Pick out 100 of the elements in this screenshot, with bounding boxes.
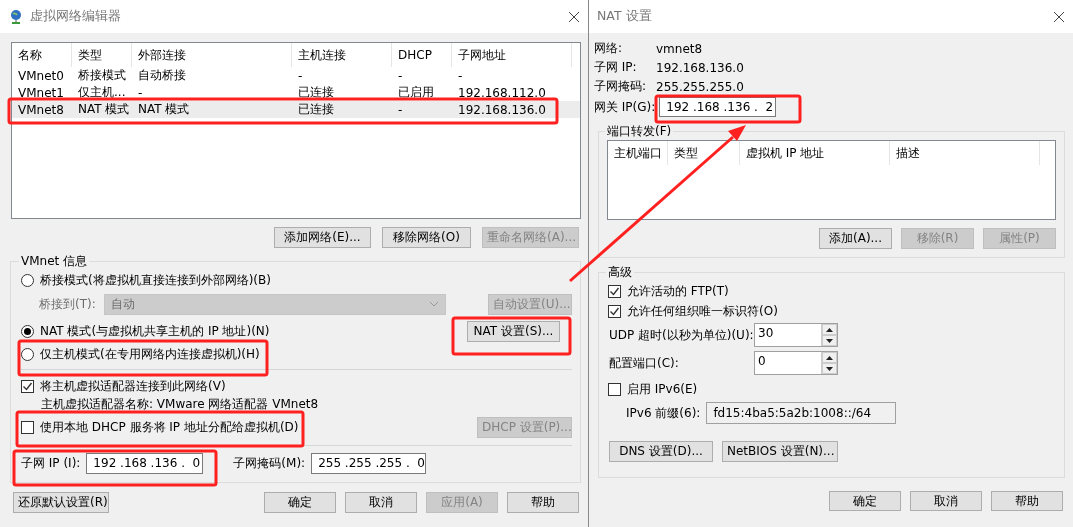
dialog-button[interactable]: DNS 设置(D)... <box>609 441 713 462</box>
table-cell-text: 桥接模式 <box>77 67 127 84</box>
check-icon <box>22 380 33 392</box>
window-title: 虚拟网络编辑器 <box>30 8 122 25</box>
number-value: 0 <box>757 353 767 370</box>
column-header[interactable]: 类型 <box>668 141 740 165</box>
dialog-button[interactable]: 帮助 <box>507 492 579 513</box>
checkbox-label: 启用 IPv6(E) <box>627 380 698 398</box>
table-cell-text: VMnet8 <box>17 102 65 117</box>
column-header[interactable]: 名称 <box>12 43 72 67</box>
table-row[interactable]: VMnet0 桥接模式 自动桥接 - - - <box>12 67 580 84</box>
number-field[interactable]: 0 <box>754 351 838 375</box>
table-cell-text: 自动桥接 <box>137 67 187 84</box>
column-header[interactable]: DHCP <box>392 43 452 67</box>
table-cell-text: - <box>137 85 144 100</box>
subnet-ip-field[interactable]: 192 .168 .136 . 0 <box>86 452 204 474</box>
info-label: 网络: <box>594 40 624 57</box>
dialog-button[interactable]: 添加(A)... <box>819 228 892 249</box>
column-header[interactable]: 类型 <box>72 43 132 67</box>
dialog-button[interactable]: 取消 <box>345 492 417 513</box>
info-value: 192.168.136.0 <box>656 60 744 75</box>
table-cell-text: 已启用 <box>397 84 435 101</box>
gateway-ip-field[interactable]: 192 .168 .136 . 2 <box>659 97 777 117</box>
dialog-button[interactable]: 取消 <box>910 491 982 511</box>
checkbox[interactable] <box>608 304 621 318</box>
checkbox[interactable] <box>21 379 34 393</box>
check-icon <box>609 285 620 297</box>
column-header[interactable]: 主机端口 <box>608 141 668 165</box>
dialog-button[interactable]: 帮助 <box>991 491 1063 511</box>
table-row[interactable]: VMnet1 仅主机... - 已连接 已启用 192.168.112.0 <box>12 84 580 101</box>
adapter-name: 主机虚拟适配器名称: VMware 网络适配器 VMnet8 <box>41 395 319 413</box>
info-value: 255.255.255.0 <box>656 79 744 94</box>
close-icon[interactable] <box>568 10 580 23</box>
table-cell-text: VMnet1 <box>17 85 65 100</box>
field-label: 子网 IP (I): <box>21 454 81 472</box>
down-icon <box>826 366 833 371</box>
subnet-mask-field[interactable]: 255 .255 .255 . 0 <box>311 452 427 474</box>
checkbox[interactable] <box>21 420 34 434</box>
table-cell-text: - <box>457 68 464 83</box>
dialog-button[interactable]: NAT 设置(S)... <box>467 320 560 342</box>
column-header[interactable]: 外部连接 <box>132 43 292 67</box>
checkbox-label: 使用本地 DHCP 服务将 IP 地址分配给虚拟机(D) <box>40 418 299 436</box>
column-header[interactable]: 描述 <box>890 141 1040 165</box>
up-icon <box>826 355 833 360</box>
table-cell-text: - <box>397 102 404 117</box>
dropdown-value: 自动 <box>110 295 135 313</box>
chevron-icon <box>429 301 439 307</box>
window-title: NAT 设置 <box>597 8 653 25</box>
column-header[interactable]: 子网地址 <box>452 43 572 67</box>
info-value: vmnet8 <box>656 41 703 56</box>
column-header[interactable]: 虚拟机 IP 地址 <box>740 141 890 165</box>
info-label: 子网 IP: <box>594 59 638 76</box>
group-title: VMnet 信息 <box>20 253 89 270</box>
globe-icon <box>8 8 24 25</box>
table-row[interactable]: VMnet8 NAT 模式 NAT 模式 已连接 - 192.168.136.0 <box>12 101 580 118</box>
field-label: 桥接到(T): <box>39 295 96 313</box>
field-label: 子网掩码(M): <box>233 454 306 472</box>
checkbox[interactable] <box>608 382 621 396</box>
radio-label: 桥接模式(将虚拟机直接连接到外部网络)(B) <box>40 271 271 289</box>
spin-up-button[interactable] <box>822 324 837 335</box>
prefix-field[interactable]: fd15:4ba5:5a2b:1008::/64 <box>706 402 897 424</box>
dialog-button[interactable]: 确定 <box>829 491 901 511</box>
checkbox-label: 允许活动的 FTP(T) <box>627 282 729 300</box>
check-icon <box>609 305 620 317</box>
table-cell-text: VMnet0 <box>17 68 65 83</box>
radio-button[interactable] <box>21 273 34 287</box>
radio-button[interactable] <box>21 347 34 361</box>
table-cell-text: NAT 模式 <box>77 101 131 118</box>
dialog-button[interactable]: NetBIOS 设置(N)... <box>722 441 838 462</box>
table-cell-text: 仅主机... <box>77 84 127 101</box>
table-cell-text: 192.168.136.0 <box>457 102 547 117</box>
column-header[interactable]: 主机连接 <box>292 43 392 67</box>
down-icon <box>826 338 833 343</box>
group-title: 高级 <box>607 264 633 281</box>
number-field[interactable]: 30 <box>754 323 838 347</box>
number-value: 30 <box>757 325 775 342</box>
dialog-button[interactable]: 添加网络(E)... <box>274 227 371 248</box>
dialog-button[interactable]: 移除网络(O) <box>382 227 471 248</box>
table-cell-text: NAT 模式 <box>137 101 191 118</box>
field-label: 配置端口(C): <box>609 354 680 372</box>
field-label: IPv6 前缀(6): <box>626 404 701 422</box>
table-cell-text: 已连接 <box>297 101 335 118</box>
group-title: 端口转发(F) <box>606 123 673 140</box>
spin-down-button[interactable] <box>822 335 837 346</box>
spin-down-button[interactable] <box>822 363 837 374</box>
table-cell-text: - <box>297 68 304 83</box>
checkbox-label: 允许任何组织唯一标识符(O) <box>627 302 778 320</box>
field-label: 网关 IP(G): <box>594 98 656 116</box>
radio-label: 仅主机模式(在专用网络内连接虚拟机)(H) <box>40 345 260 363</box>
info-label: 子网掩码: <box>594 78 648 95</box>
table-cell-text: 已连接 <box>297 84 335 101</box>
radio-button[interactable] <box>21 324 34 338</box>
close-icon[interactable] <box>1053 10 1065 23</box>
checkbox-label: 将主机虚拟适配器连接到此网络(V) <box>40 377 226 395</box>
checkbox[interactable] <box>608 284 621 298</box>
dialog-button[interactable]: 还原默认设置(R) <box>13 492 109 513</box>
spin-up-button[interactable] <box>822 352 837 363</box>
radio-label: NAT 模式(与虚拟机共享主机的 IP 地址)(N) <box>40 322 270 340</box>
dialog-button[interactable]: 确定 <box>264 492 336 513</box>
up-icon <box>826 327 833 332</box>
